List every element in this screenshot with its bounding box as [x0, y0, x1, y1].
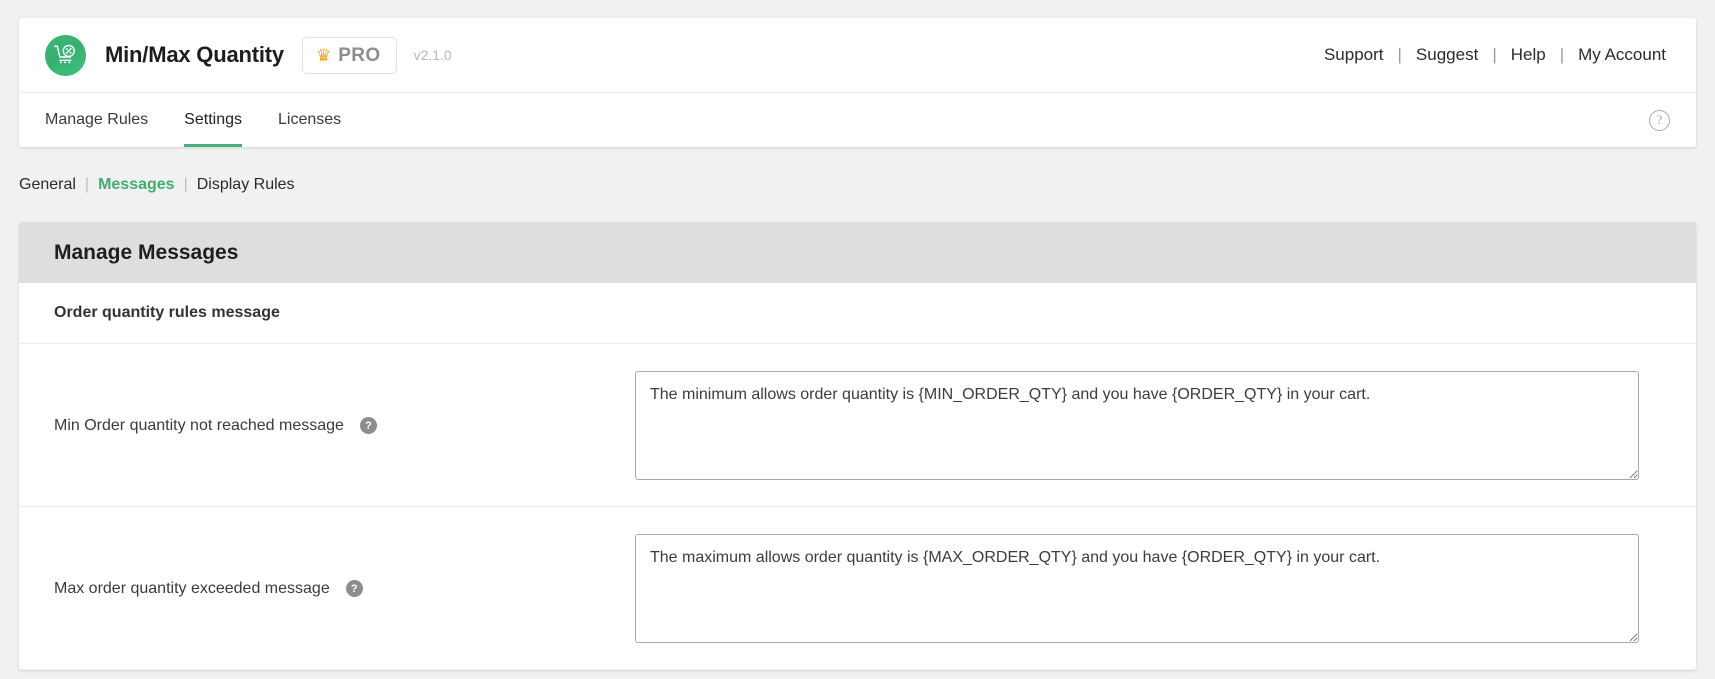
field-row-max-order-qty-message: Max order quantity exceeded message ?: [19, 507, 1696, 670]
pro-badge-label: PRO: [338, 44, 381, 66]
tab-bar: Manage Rules Settings Licenses ?: [19, 92, 1696, 147]
header-link-separator: |: [1559, 45, 1565, 64]
subnav-separator: |: [183, 176, 188, 193]
field-input-cell: [635, 534, 1696, 643]
field-label-cell: Min Order quantity not reached message ?: [19, 371, 635, 480]
field-input-cell: [635, 371, 1696, 480]
crown-icon: ♛: [315, 45, 332, 65]
app-header-card: Min/Max Quantity ♛ PRO v2.1.0 Support | …: [19, 18, 1696, 147]
field-label-cell: Max order quantity exceeded message ?: [19, 534, 635, 643]
help-circle-icon[interactable]: ?: [345, 580, 363, 597]
brand: Min/Max Quantity ♛ PRO v2.1.0: [45, 34, 452, 76]
pro-badge[interactable]: ♛ PRO: [301, 36, 397, 74]
header-links: Support | Suggest | Help | My Account: [1322, 45, 1668, 65]
field-label-text: Max order quantity exceeded message: [54, 579, 330, 597]
version-label: v2.1.0: [413, 47, 452, 63]
header-link-my-account[interactable]: My Account: [1576, 45, 1668, 65]
field-row-min-order-qty-message: Min Order quantity not reached message ?: [19, 344, 1696, 507]
subnav-item-general[interactable]: General: [19, 176, 76, 194]
field-label: Max order quantity exceeded message ?: [54, 580, 363, 598]
panel-title: Manage Messages: [54, 240, 239, 264]
field-label-text: Min Order quantity not reached message: [54, 416, 344, 434]
tab-settings[interactable]: Settings: [184, 93, 242, 147]
field-label: Min Order quantity not reached message ?: [54, 417, 377, 435]
header-link-help[interactable]: Help: [1509, 45, 1548, 65]
section-header: Order quantity rules message: [19, 283, 1696, 344]
panel-header: Manage Messages: [19, 222, 1696, 283]
header-link-separator: |: [1492, 45, 1497, 64]
question-circle-icon[interactable]: ?: [1649, 109, 1670, 131]
tab-licenses[interactable]: Licenses: [278, 93, 341, 147]
help-circle-icon[interactable]: ?: [359, 417, 377, 434]
sub-navigation: General | Messages | Display Rules: [19, 176, 295, 194]
tab-bar-spacer: [377, 93, 1649, 147]
subnav-separator: |: [84, 176, 90, 193]
app-header: Min/Max Quantity ♛ PRO v2.1.0 Support | …: [19, 18, 1696, 92]
max-order-qty-message-textarea[interactable]: [635, 534, 1639, 643]
subnav-item-display-rules[interactable]: Display Rules: [197, 176, 295, 194]
app-title: Min/Max Quantity: [105, 42, 284, 67]
app-root: Min/Max Quantity ♛ PRO v2.1.0 Support | …: [0, 0, 1715, 679]
header-link-suggest[interactable]: Suggest: [1414, 45, 1480, 65]
section-title: Order quantity rules message: [54, 304, 280, 321]
tab-manage-rules[interactable]: Manage Rules: [45, 93, 148, 147]
cart-percent-icon: [45, 34, 86, 76]
manage-messages-panel: Manage Messages Order quantity rules mes…: [19, 222, 1696, 670]
subnav-item-messages[interactable]: Messages: [98, 176, 175, 194]
header-link-support[interactable]: Support: [1322, 45, 1386, 65]
min-order-qty-message-textarea[interactable]: [635, 371, 1639, 480]
header-link-separator: |: [1397, 45, 1402, 64]
